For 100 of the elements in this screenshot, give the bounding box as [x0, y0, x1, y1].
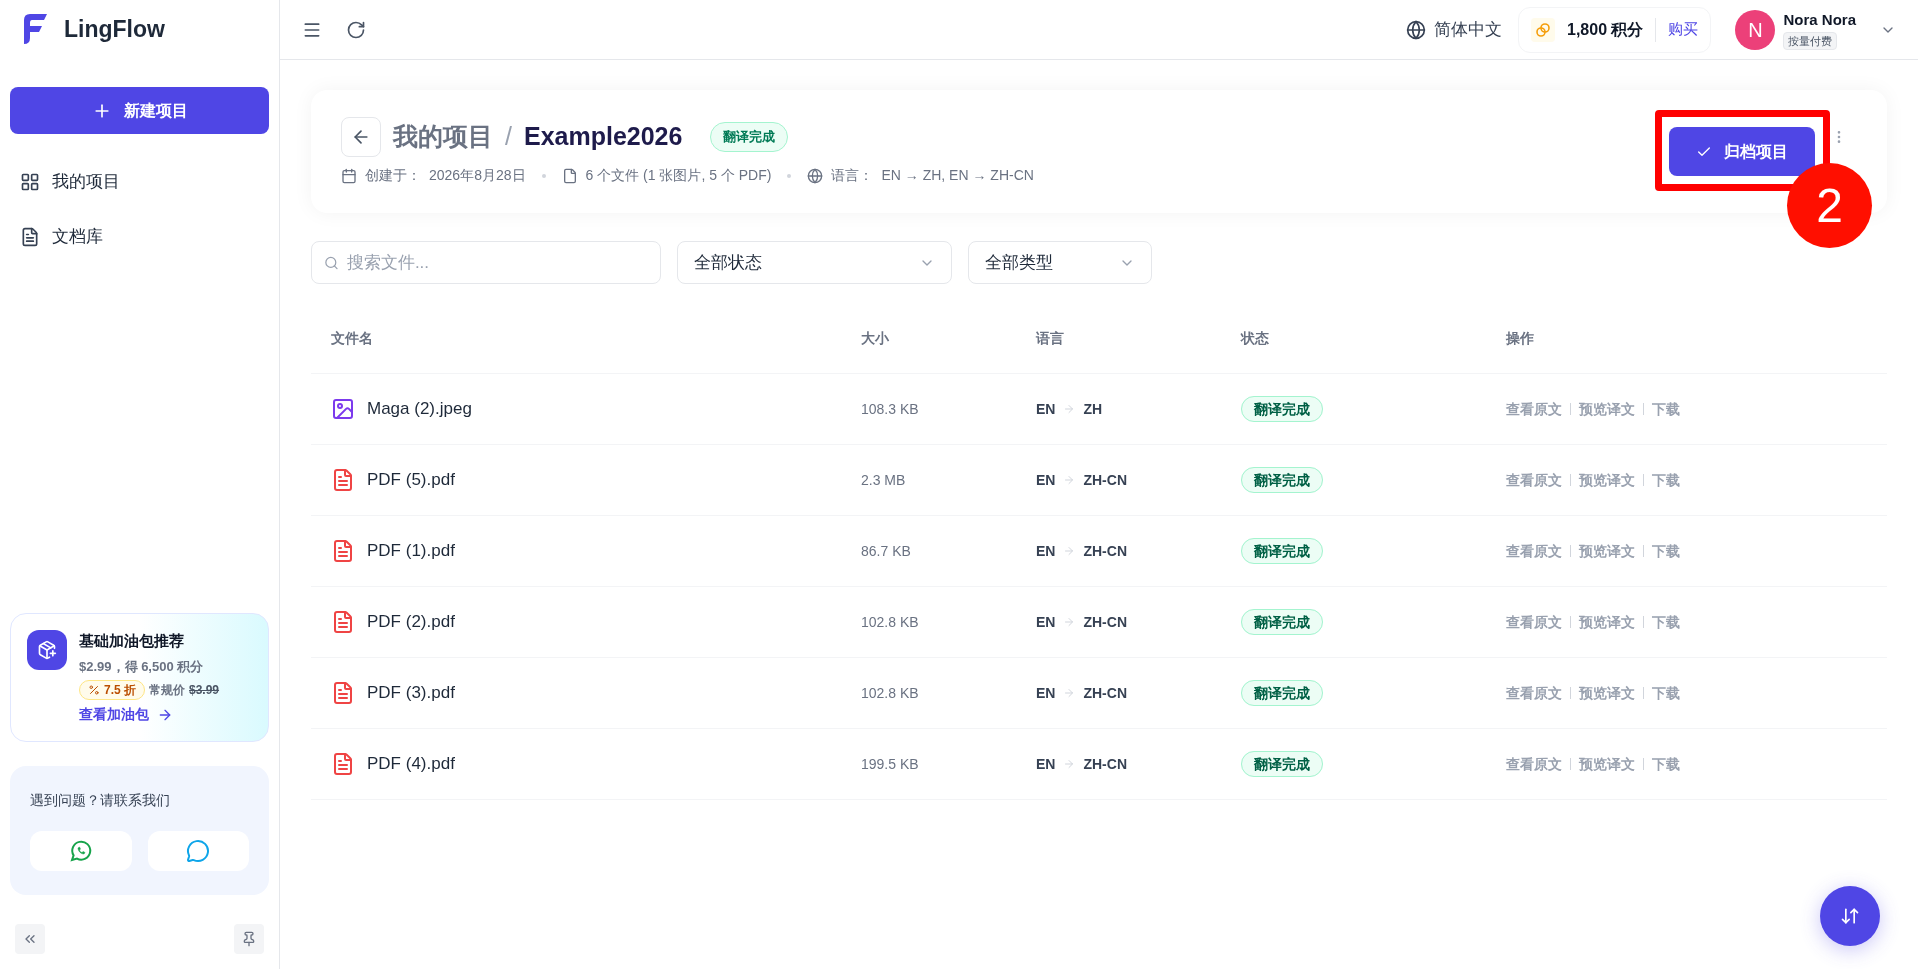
action-link[interactable]: 预览译文: [1579, 682, 1635, 704]
status-dropdown[interactable]: 全部状态: [677, 241, 952, 284]
target-language: ZH-CN: [1083, 541, 1127, 561]
action-link[interactable]: 查看原文: [1506, 611, 1562, 633]
source-language: EN: [1036, 541, 1056, 561]
column-header: 大小: [861, 329, 890, 348]
action-link[interactable]: 预览译文: [1579, 611, 1635, 633]
sidebar-item[interactable]: 我的项目: [10, 154, 269, 209]
coin-icon: [1531, 17, 1555, 42]
image-file-icon: [331, 397, 355, 421]
action-link[interactable]: 下载: [1652, 398, 1680, 420]
sidebar-item[interactable]: 文档库: [10, 209, 269, 264]
created-label: 创建于：: [365, 166, 421, 185]
file-size: 199.5 KB: [861, 754, 920, 774]
search-icon: [324, 254, 339, 271]
action-link[interactable]: 下载: [1652, 611, 1680, 633]
buy-link[interactable]: 购买: [1668, 18, 1699, 41]
promo-price: $2.99，得 6,500 积分: [79, 657, 205, 676]
status-badge: 翻译完成: [1241, 396, 1323, 422]
whatsapp-button[interactable]: [30, 831, 132, 871]
action-link[interactable]: 查看原文: [1506, 540, 1562, 562]
regular-price-label: 常规价: [149, 682, 185, 699]
type-dropdown[interactable]: 全部类型: [968, 241, 1152, 284]
action-link[interactable]: 查看原文: [1506, 469, 1562, 491]
file-count: 6 个文件 (1 张图片, 5 个 PDF): [585, 166, 772, 185]
action-link[interactable]: 查看原文: [1506, 682, 1562, 704]
globe-icon: [1406, 19, 1426, 40]
file-name: PDF (1).pdf: [367, 540, 455, 563]
column-header: 状态: [1241, 329, 1270, 348]
created-date: 2026年8月28日: [429, 166, 526, 185]
file-name: PDF (5).pdf: [367, 469, 455, 492]
action-link[interactable]: 下载: [1652, 540, 1680, 562]
source-language: EN: [1036, 754, 1056, 774]
user-avatar[interactable]: N: [1735, 9, 1776, 50]
language-selector[interactable]: 简体中文: [1406, 16, 1502, 43]
file-icon: [561, 167, 578, 184]
file-size: 102.8 KB: [861, 612, 920, 632]
search-input[interactable]: 搜索文件...: [346, 249, 648, 276]
discount-badge: 7.5 折: [79, 680, 145, 700]
archive-project-button[interactable]: 归档项目: [1669, 127, 1815, 176]
new-project-button[interactable]: 新建项目: [10, 87, 269, 134]
pdf-file-icon: [331, 752, 355, 776]
chat-button[interactable]: [147, 831, 249, 871]
pin-button[interactable]: [234, 924, 264, 954]
arrow-right-icon: [1063, 758, 1076, 770]
action-link[interactable]: 下载: [1652, 469, 1680, 491]
target-language: ZH-CN: [1083, 470, 1127, 490]
target-language: ZH: [1083, 399, 1103, 419]
action-link[interactable]: 查看原文: [1506, 398, 1562, 420]
column-header: 操作: [1506, 329, 1535, 348]
sort-button[interactable]: [1820, 886, 1880, 946]
package-icon: [27, 630, 67, 670]
arrow-right-icon: [1063, 616, 1076, 628]
app-name: LingFlow: [64, 14, 165, 44]
collapse-sidebar-button[interactable]: [15, 924, 45, 954]
breadcrumb-separator: /: [505, 121, 512, 153]
action-link[interactable]: 下载: [1652, 753, 1680, 775]
file-size: 2.3 MB: [861, 470, 907, 490]
back-button[interactable]: [341, 117, 381, 157]
refresh-button[interactable]: [346, 19, 366, 40]
language-label: 语言：: [831, 166, 874, 185]
arrow-right-icon: [1063, 403, 1076, 415]
action-link[interactable]: 下载: [1652, 682, 1680, 704]
status-badge: 翻译完成: [1241, 538, 1323, 564]
status-badge: 翻译完成: [1241, 751, 1323, 777]
file-size: 86.7 KB: [861, 541, 912, 561]
grid-icon: [20, 171, 40, 192]
action-link[interactable]: 预览译文: [1579, 469, 1635, 491]
sort-arrows-icon: [1840, 906, 1860, 926]
arrow-right-icon: [1063, 545, 1076, 557]
calendar-icon: [341, 167, 357, 184]
target-language: ZH-CN: [1083, 754, 1127, 774]
step-number: 2: [1787, 163, 1872, 248]
file-name: PDF (3).pdf: [367, 682, 455, 705]
action-link[interactable]: 预览译文: [1579, 398, 1635, 420]
pdf-file-icon: [331, 468, 355, 492]
plan-badge: 按量付费: [1783, 31, 1838, 50]
action-link[interactable]: 查看原文: [1506, 753, 1562, 775]
document-icon: [20, 226, 40, 247]
search-field[interactable]: 搜索文件...: [311, 241, 661, 284]
action-link[interactable]: 预览译文: [1579, 753, 1635, 775]
pdf-file-icon: [331, 610, 355, 634]
file-name: PDF (2).pdf: [367, 611, 455, 634]
source-language: EN: [1036, 612, 1056, 632]
discount-icon: [88, 684, 100, 696]
view-packages-link[interactable]: 查看加油包: [79, 704, 220, 725]
regular-price: $3.99: [189, 682, 220, 699]
breadcrumb-link[interactable]: 我的项目: [393, 118, 493, 156]
pdf-file-icon: [331, 681, 355, 705]
action-link[interactable]: 预览译文: [1579, 540, 1635, 562]
promo-title: 基础加油包推荐: [79, 631, 185, 651]
status-badge: 翻译完成: [1241, 680, 1323, 706]
user-name: Nora Nora: [1783, 10, 1856, 30]
target-language: ZH-CN: [1083, 683, 1127, 703]
file-size: 108.3 KB: [861, 399, 920, 419]
help-text: 遇到问题？请联系我们: [30, 791, 171, 810]
phone-chat-icon: [68, 839, 93, 863]
file-name: PDF (4).pdf: [367, 753, 455, 776]
project-title: Example2026: [523, 121, 683, 153]
arrow-right-icon: [1063, 474, 1076, 486]
